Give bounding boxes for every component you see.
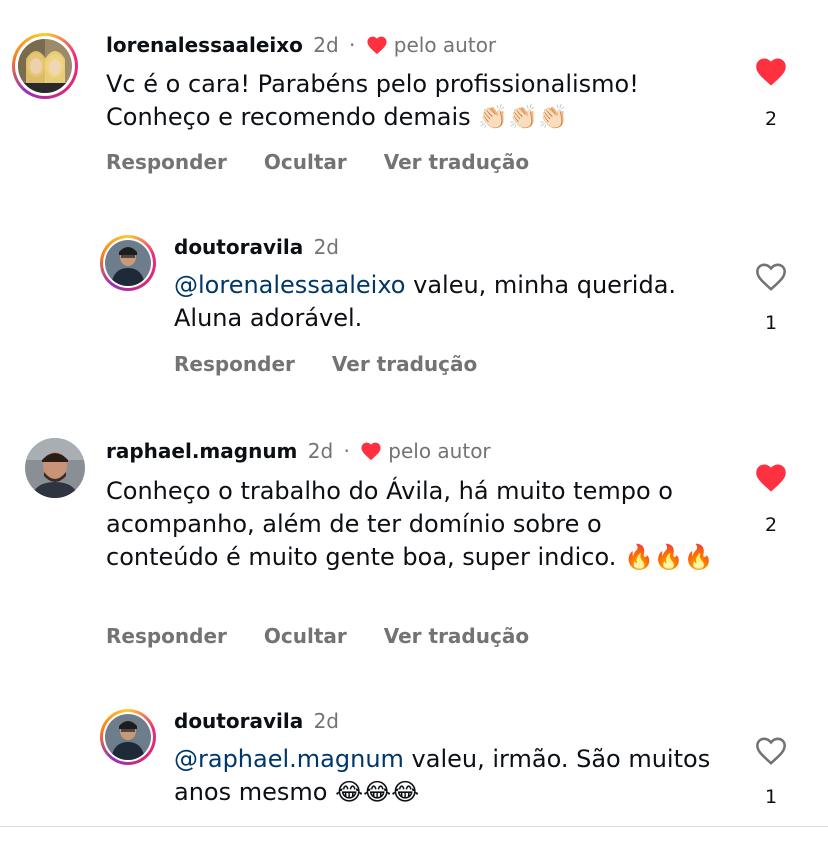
- avatar[interactable]: [25, 438, 85, 498]
- translate-button[interactable]: Ver tradução: [332, 352, 477, 376]
- comment-text: @raphael.magnum valeu, irmão. São muitos…: [174, 743, 734, 809]
- separator: ·: [343, 439, 350, 463]
- timestamp: 2d: [313, 709, 339, 733]
- separator: ·: [349, 33, 356, 57]
- avatar[interactable]: [100, 235, 156, 291]
- comment-actions: Responder Ocultar Ver tradução: [106, 150, 559, 174]
- liked-by-author-label: pelo autor: [388, 439, 491, 463]
- mention-link[interactable]: @raphael.magnum: [174, 745, 404, 773]
- translate-button[interactable]: Ver tradução: [384, 150, 529, 174]
- like-button[interactable]: [751, 56, 791, 91]
- like-count: 1: [764, 786, 778, 808]
- comment-text: Conheço o trabalho do Ávila, há muito te…: [106, 477, 714, 571]
- timestamp: 2d: [313, 33, 339, 57]
- like-button[interactable]: [751, 735, 791, 770]
- timestamp: 2d: [313, 235, 339, 259]
- username[interactable]: doutoravila: [174, 709, 303, 733]
- avatar[interactable]: [12, 33, 78, 99]
- timestamp: 2d: [307, 439, 334, 463]
- heart-filled-icon: [366, 35, 388, 60]
- reply-button[interactable]: Responder: [106, 624, 227, 648]
- heart-filled-icon: [754, 58, 788, 91]
- comment-meta: doutoravila 2d: [174, 235, 339, 259]
- like-button[interactable]: [751, 462, 791, 497]
- like-count: 2: [764, 108, 778, 130]
- heart-filled-icon: [360, 441, 382, 466]
- divider: [0, 826, 828, 827]
- translate-button[interactable]: Ver tradução: [384, 624, 529, 648]
- username[interactable]: doutoravila: [174, 235, 303, 259]
- heart-outline-icon: [754, 263, 788, 296]
- comment-text: @lorenalessaaleixo valeu, minha querida.…: [174, 269, 734, 335]
- like-count: 2: [764, 514, 778, 536]
- comment-actions: Responder Ver tradução: [174, 352, 507, 376]
- username[interactable]: lorenalessaaleixo: [106, 33, 303, 57]
- comment-meta: lorenalessaaleixo 2d · pelo autor: [106, 33, 496, 60]
- comment-meta: doutoravila 2d: [174, 709, 339, 733]
- hide-button[interactable]: Ocultar: [264, 150, 347, 174]
- liked-by-author-label: pelo autor: [393, 33, 497, 57]
- heart-outline-icon: [754, 737, 788, 770]
- comment-meta: raphael.magnum 2d · pelo autor: [106, 439, 491, 466]
- like-button[interactable]: [751, 261, 791, 296]
- hide-button[interactable]: Ocultar: [264, 624, 347, 648]
- comment-actions: Responder Ocultar Ver tradução: [106, 624, 559, 648]
- avatar[interactable]: [100, 709, 156, 765]
- like-count: 1: [764, 312, 778, 334]
- reply-button[interactable]: Responder: [174, 352, 295, 376]
- reply-button[interactable]: Responder: [106, 150, 227, 174]
- username[interactable]: raphael.magnum: [106, 439, 297, 463]
- mention-link[interactable]: @lorenalessaaleixo: [174, 271, 405, 299]
- comment-text: Vc é o cara! Parabéns pelo profissionali…: [106, 70, 639, 131]
- heart-filled-icon: [754, 464, 788, 497]
